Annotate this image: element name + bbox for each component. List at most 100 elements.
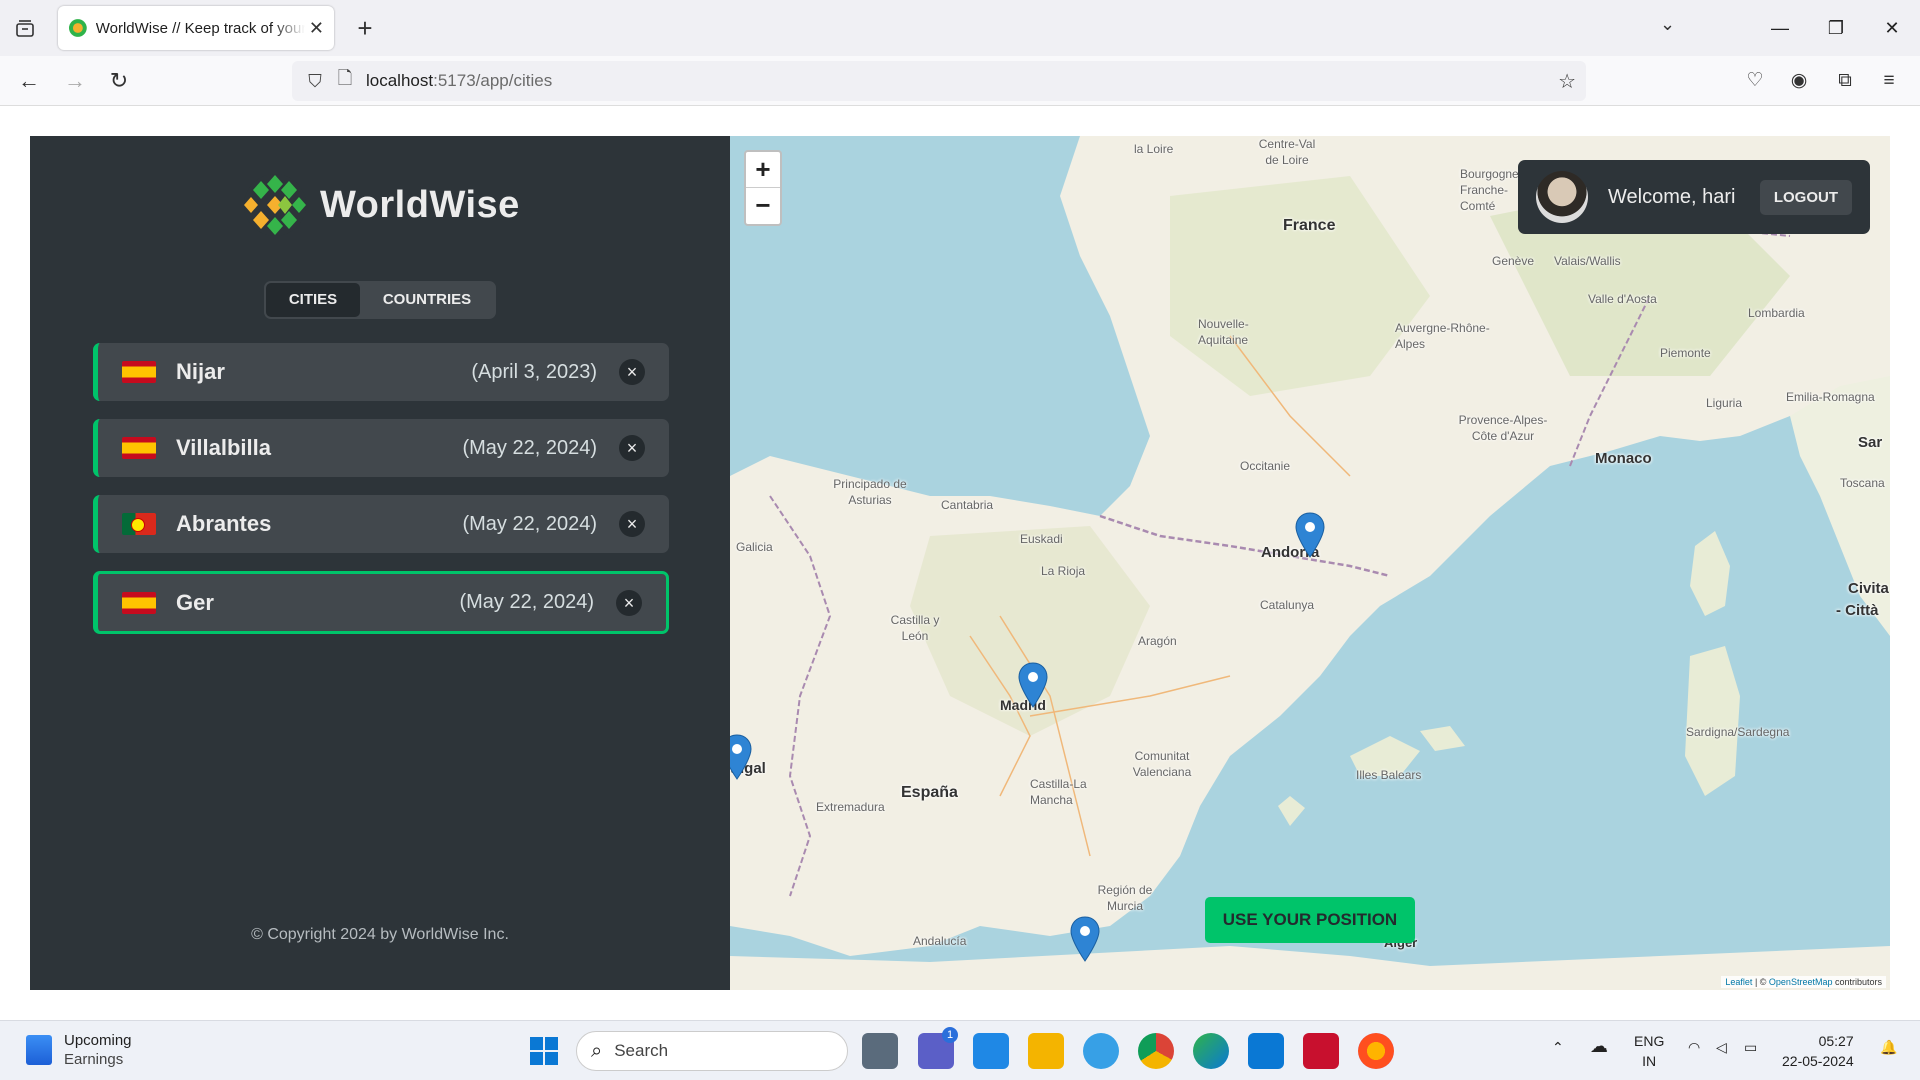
tab-title: WorldWise // Keep track of your adventur… <box>95 19 305 37</box>
tab-countries[interactable]: COUNTRIES <box>360 283 494 317</box>
browser-tab-active[interactable]: WorldWise // Keep track of your adventur… <box>58 6 334 50</box>
tracking-protection-icon[interactable]: ⛉ <box>300 71 330 92</box>
url-bar[interactable]: ⛉ 🗋 localhost:5173/app/cities ☆ <box>292 61 1586 101</box>
welcome-text: Welcome, hari <box>1608 185 1736 208</box>
zoom-control: + − <box>744 150 782 226</box>
minimize-icon[interactable]: — <box>1752 18 1808 39</box>
map-label-nouvelle: Nouvelle-Aquitaine <box>1198 317 1249 347</box>
language-indicator[interactable]: ENG IN <box>1634 1031 1664 1071</box>
map-label-murcia: Región de Murcia <box>1097 883 1153 913</box>
map-marker-madrid[interactable] <box>1018 662 1048 708</box>
city-item[interactable]: Nijar (April 3, 2023) × <box>93 343 669 401</box>
delete-city-button[interactable]: × <box>619 359 645 385</box>
map-label-catalunya: Catalunya <box>1260 598 1315 612</box>
city-item[interactable]: Villalbilla (May 22, 2024) × <box>93 419 669 477</box>
extensions-icon[interactable]: ⧉ <box>1830 66 1860 96</box>
language-region: IN <box>1642 1053 1657 1069</box>
menu-icon[interactable]: ≡ <box>1874 66 1904 96</box>
zoom-out-button[interactable]: − <box>746 188 780 224</box>
city-date: (April 3, 2023) <box>471 360 597 383</box>
city-name: Ger <box>176 589 214 615</box>
vscode-icon[interactable] <box>1248 1033 1284 1069</box>
logo[interactable]: WorldWise <box>242 172 520 238</box>
widgets-button[interactable]: Upcoming Earnings <box>26 1031 132 1069</box>
map-label-lombardia: Lombardia <box>1748 306 1805 320</box>
tab-cities[interactable]: CITIES <box>266 283 360 317</box>
worldwise-logo-icon <box>244 174 306 236</box>
task-view-icon[interactable] <box>862 1033 898 1069</box>
mcafee-icon[interactable] <box>1303 1033 1339 1069</box>
tab-list-icon[interactable] <box>10 14 40 44</box>
restore-icon[interactable]: ❐ <box>1808 18 1864 39</box>
back-icon[interactable]: ← <box>14 66 44 96</box>
account-icon[interactable]: ◉ <box>1784 66 1814 96</box>
map-label-cantabria: Cantabria <box>941 498 994 512</box>
pocket-icon[interactable]: ♡ <box>1740 66 1770 96</box>
leaflet-link[interactable]: Leaflet <box>1725 977 1752 987</box>
zoom-in-button[interactable]: + <box>746 152 780 188</box>
onedrive-icon[interactable]: ☁ <box>1590 1036 1608 1057</box>
map-label-castilla-leon: Castilla y León <box>890 613 940 643</box>
map-label-rioja: La Rioja <box>1041 564 1086 578</box>
windows-taskbar: Upcoming Earnings ⌕ Search 1 ⌃ ☁ ENG IN … <box>0 1020 1920 1080</box>
battery-icon[interactable]: ▭ <box>1744 1039 1757 1056</box>
map-label-espana: España <box>901 784 958 801</box>
delete-city-button[interactable]: × <box>619 435 645 461</box>
teams-icon[interactable]: 1 <box>918 1027 958 1069</box>
help-icon[interactable] <box>1083 1033 1119 1069</box>
taskbar-search-placeholder: Search <box>614 1041 669 1060</box>
bookmark-star-icon[interactable]: ☆ <box>1558 69 1576 94</box>
map-label-monaco: Monaco <box>1595 450 1652 467</box>
logout-button[interactable]: LOGOUT <box>1759 179 1852 215</box>
city-date: (May 22, 2024) <box>459 591 594 613</box>
worldwise-favicon-icon <box>68 19 87 37</box>
user-panel: Welcome, hari LOGOUT <box>1518 160 1870 234</box>
tab-close-icon[interactable]: ✕ <box>309 18 324 39</box>
map-label-castilla-mancha: Castilla-La Mancha <box>1030 777 1087 807</box>
notifications-icon[interactable]: 🔔 <box>1880 1039 1897 1056</box>
map-label-civita: Civita <box>1848 580 1889 597</box>
reload-icon[interactable]: ↻ <box>104 66 134 96</box>
clock-time: 05:27 <box>1818 1033 1854 1049</box>
firefox-icon[interactable] <box>1358 1033 1394 1069</box>
map-label-provence: Provence-Alpes-Côte d'Azur <box>1458 413 1548 443</box>
chrome-icon[interactable] <box>1138 1033 1174 1069</box>
city-item[interactable]: Ger (May 22, 2024) × <box>93 571 669 634</box>
taskbar-search[interactable]: ⌕ Search <box>576 1031 848 1071</box>
edge-icon[interactable] <box>1193 1033 1229 1069</box>
map-label-citta: - Città <box>1836 602 1879 619</box>
wifi-icon[interactable]: ◠ <box>1688 1039 1700 1056</box>
delete-city-button[interactable]: × <box>616 589 642 616</box>
attribution-separator: | © <box>1752 977 1769 987</box>
map[interactable]: France España Madrid Andorra Monaco tuga… <box>730 136 1890 990</box>
window-close-icon[interactable]: ✕ <box>1864 18 1920 39</box>
cities-countries-switch: CITIES COUNTRIES <box>264 281 496 319</box>
microsoft-store-icon[interactable] <box>973 1033 1009 1069</box>
show-hidden-icons-icon[interactable]: ⌃ <box>1552 1039 1564 1056</box>
search-icon: ⌕ <box>591 1039 603 1062</box>
forward-icon[interactable]: → <box>60 66 90 96</box>
map-label-emilia: Emilia-Romagna <box>1786 390 1875 404</box>
map-marker-abrantes[interactable] <box>730 734 752 780</box>
map-label-france: France <box>1283 217 1336 234</box>
city-name: Villalbilla <box>176 435 271 460</box>
map-tiles[interactable] <box>730 136 1890 990</box>
windows-start-icon[interactable] <box>526 1033 562 1069</box>
page-info-icon[interactable]: 🗋 <box>330 66 360 96</box>
city-item[interactable]: Abrantes (May 22, 2024) × <box>93 495 669 553</box>
url-text[interactable]: localhost:5173/app/cities <box>366 71 552 91</box>
map-marker-andorra[interactable] <box>1295 512 1325 558</box>
widget-title: Upcoming <box>64 1032 132 1049</box>
osm-link[interactable]: OpenStreetMap <box>1769 977 1833 987</box>
use-position-button[interactable]: USE YOUR POSITION <box>1205 897 1415 943</box>
sidebar: WorldWise CITIES COUNTRIES Nijar (April 3… <box>30 136 730 990</box>
flag-icon <box>122 361 156 383</box>
clock[interactable]: 05:27 22-05-2024 <box>1782 1031 1854 1071</box>
new-tab-button[interactable]: + <box>350 14 380 44</box>
file-explorer-icon[interactable] <box>1028 1033 1064 1069</box>
list-all-tabs-icon[interactable]: ⌄ <box>1660 14 1675 35</box>
map-marker-nijar[interactable] <box>1070 916 1100 962</box>
volume-icon[interactable]: ◁ <box>1716 1039 1727 1056</box>
delete-city-button[interactable]: × <box>619 511 645 537</box>
map-label-centre: Centre-Val de Loire <box>1258 137 1316 167</box>
